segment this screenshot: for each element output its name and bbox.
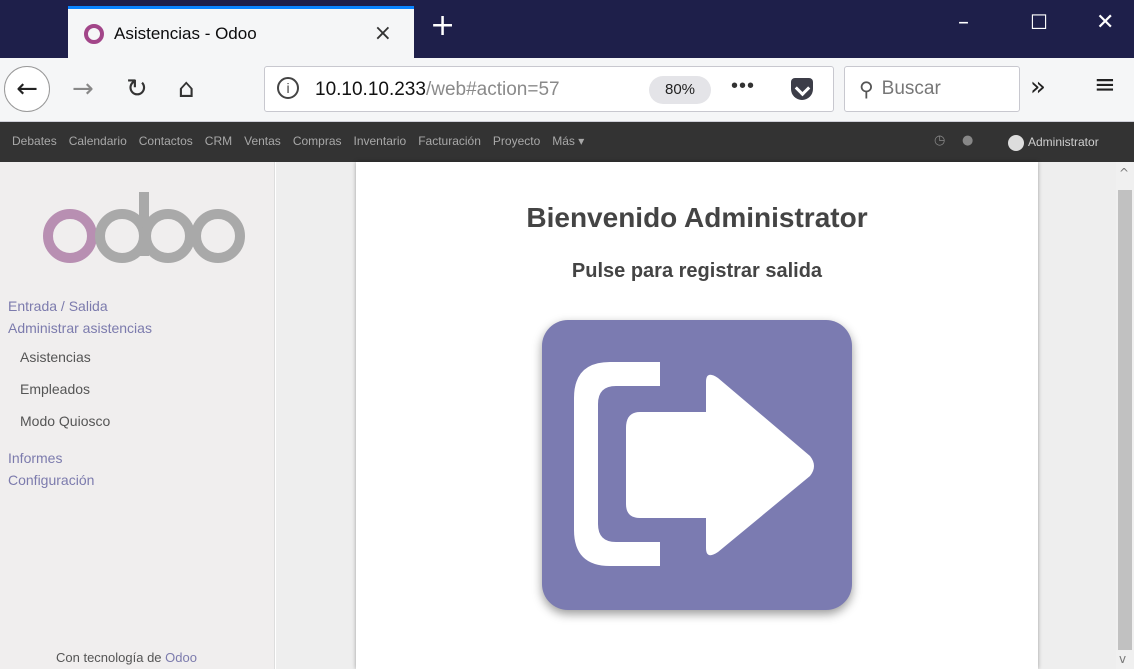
powered-by: Con tecnología de Odoo — [56, 650, 197, 665]
avatar[interactable] — [1008, 135, 1024, 151]
hamburger-menu-icon[interactable]: ≡ — [1094, 70, 1116, 100]
odoo-link[interactable]: Odoo — [165, 650, 197, 665]
site-info-icon[interactable]: i — [277, 77, 299, 99]
sidebar: Entrada / Salida Administrar asistencias… — [0, 162, 275, 669]
sign-out-button[interactable] — [542, 320, 852, 610]
page-actions-icon[interactable]: ••• — [731, 75, 755, 98]
sidebar-item-asistencias[interactable]: Asistencias — [20, 349, 91, 365]
search-icon: ⚲ — [859, 77, 874, 101]
scroll-up-icon[interactable]: ^ — [1119, 166, 1129, 180]
back-button[interactable]: ← — [4, 66, 50, 112]
scroll-down-icon[interactable]: v — [1119, 652, 1126, 666]
new-tab-button[interactable]: + — [430, 8, 455, 43]
back-arrow-icon: ← — [16, 74, 38, 104]
welcome-heading: Bienvenido Administrator — [526, 202, 868, 233]
page-scrollbar[interactable]: ^ v — [1116, 162, 1134, 669]
user-menu[interactable]: Administrator — [1028, 135, 1099, 149]
clock-icon[interactable]: ◷ — [934, 133, 945, 148]
maximize-icon[interactable]: ☐ — [1030, 10, 1048, 34]
menu-entrada-salida[interactable]: Entrada / Salida — [8, 298, 108, 314]
app-menu-item[interactable]: Proyecto — [493, 134, 540, 148]
url-text: 10.10.10.233/web#action=57 — [315, 79, 560, 100]
scroll-thumb[interactable] — [1118, 190, 1132, 650]
pocket-icon[interactable] — [791, 78, 813, 100]
sidebar-item-empleados[interactable]: Empleados — [20, 381, 90, 397]
attendance-card: Bienvenido Administrator Pulse para regi… — [356, 162, 1038, 669]
close-window-icon[interactable]: ✕ — [1096, 10, 1114, 35]
minimize-icon[interactable]: – — [958, 10, 969, 35]
app-menu-item[interactable]: Calendario — [69, 134, 127, 148]
menu-configuracion[interactable]: Configuración — [8, 472, 94, 488]
menu-administrar-asistencias[interactable]: Administrar asistencias — [8, 320, 152, 336]
app-menu-item[interactable]: Inventario — [354, 134, 407, 148]
odoo-app-bar: Debates Calendario Contactos CRM Ventas Compr… — [0, 122, 1134, 162]
app-menu-item[interactable]: Más ▾ — [552, 134, 584, 148]
forward-arrow-icon[interactable]: → — [72, 74, 94, 104]
overflow-menu-icon[interactable]: » — [1030, 72, 1046, 102]
sign-out-icon — [574, 362, 814, 566]
app-menu-item[interactable]: Ventas — [244, 134, 281, 148]
reload-icon[interactable]: ↻ — [126, 74, 148, 104]
sidebar-item-modo-quiosco[interactable]: Modo Quiosco — [20, 413, 110, 429]
odoo-logo — [43, 192, 245, 263]
app-menu-item[interactable]: Facturación — [418, 134, 481, 148]
browser-tab-strip: Asistencias - Odoo × + – ☐ ✕ — [0, 0, 1134, 58]
tab-close-icon[interactable]: × — [374, 21, 392, 46]
tab-title: Asistencias - Odoo — [114, 23, 257, 43]
menu-informes[interactable]: Informes — [8, 450, 62, 466]
chat-icon[interactable]: ● — [962, 133, 973, 148]
zoom-level-badge[interactable]: 80% — [649, 76, 711, 104]
browser-tab-active[interactable]: Asistencias - Odoo × — [68, 6, 414, 58]
app-menu-item[interactable]: Contactos — [139, 134, 193, 148]
search-placeholder: Buscar — [881, 78, 941, 99]
app-menu-item[interactable]: Debates — [12, 134, 57, 148]
search-bar[interactable]: ⚲ Buscar — [844, 66, 1020, 112]
browser-nav-bar: ← → ↻ ⌂ i 10.10.10.233/web#action=57 80%… — [0, 58, 1134, 122]
checkout-instruction: Pulse para registrar salida — [571, 260, 823, 282]
app-menu: Debates Calendario Contactos CRM Ventas Compr… — [12, 134, 596, 148]
url-bar[interactable]: i 10.10.10.233/web#action=57 80% ••• — [264, 66, 834, 112]
app-menu-item[interactable]: CRM — [205, 134, 232, 148]
app-menu-item[interactable]: Compras — [293, 134, 342, 148]
home-icon[interactable]: ⌂ — [178, 74, 195, 104]
odoo-favicon-icon — [84, 23, 104, 44]
